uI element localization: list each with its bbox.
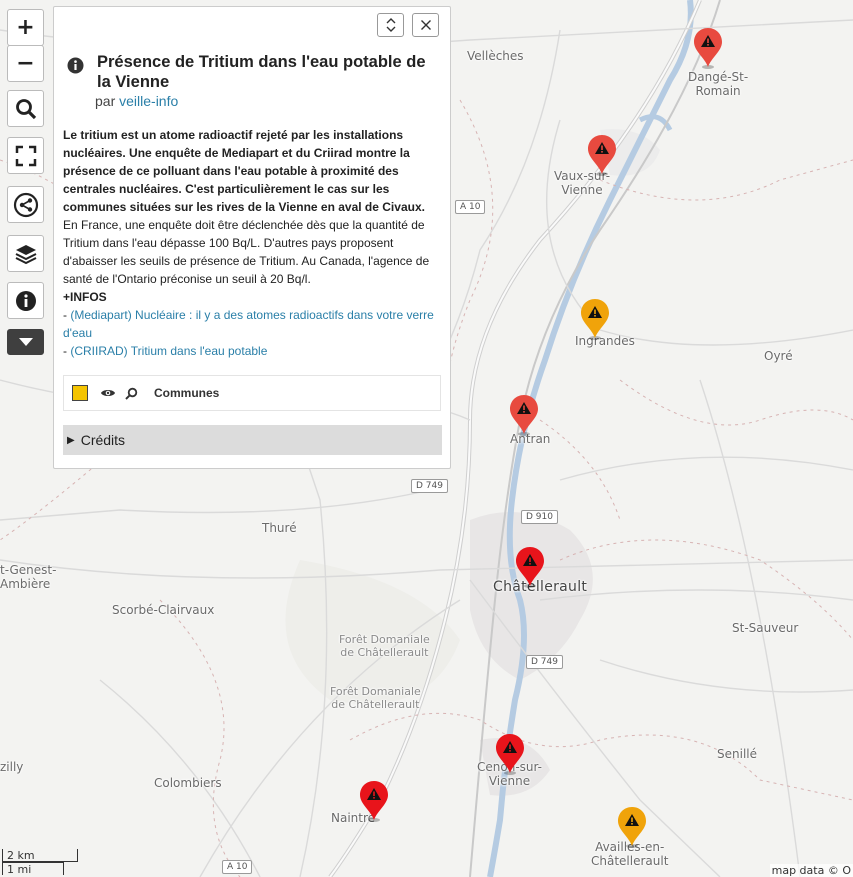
fullscreen-button[interactable]	[7, 137, 44, 174]
close-panel-button[interactable]	[412, 13, 439, 37]
marker-chatellerault[interactable]	[514, 545, 546, 589]
criirad-link[interactable]: (CRIIRAD) Tritium dans l'eau potable	[70, 344, 267, 358]
layer-row-communes: Communes	[63, 375, 441, 411]
scale-bar: 2 km 1 mi	[2, 849, 78, 876]
warning-pin-icon	[588, 135, 616, 176]
place-label-velleches: Vellèches	[467, 49, 524, 63]
expand-collapse-icon	[386, 18, 395, 32]
marker-availles[interactable]	[616, 805, 648, 849]
close-icon	[420, 20, 431, 30]
zoom-out-button[interactable]: −	[7, 45, 44, 82]
marker-naintre[interactable]	[358, 779, 390, 823]
marker-ingrandes[interactable]	[579, 297, 611, 341]
collapse-panel-button[interactable]	[377, 13, 404, 37]
marker-cenon[interactable]	[494, 732, 526, 776]
marker-antran[interactable]	[508, 393, 540, 437]
caption-panel: Présence de Tritium dans l'eau potable d…	[53, 6, 451, 469]
eye-icon[interactable]	[100, 387, 116, 399]
info-link-1-row: - (Mediapart) Nucléaire : il y a des ato…	[63, 308, 434, 340]
description-text: En France, une enquête doit être déclenc…	[63, 218, 430, 286]
road-label-d749-b: D 749	[526, 655, 563, 669]
place-label-st-sauveur: St-Sauveur	[732, 621, 799, 635]
mediapart-link[interactable]: (Mediapart) Nucléaire : il y a des atome…	[63, 308, 434, 340]
description-bold: Le tritium est un atome radioactif rejet…	[63, 128, 425, 214]
place-label-oyre: Oyré	[764, 349, 793, 363]
warning-pin-icon	[510, 395, 538, 436]
description: Le tritium est un atome radioactif rejet…	[63, 126, 443, 360]
road-label-a10-bottom: A 10	[222, 860, 253, 874]
share-button[interactable]	[7, 186, 44, 223]
road-label-d749-a: D 749	[411, 479, 448, 493]
marker-vaux[interactable]	[586, 133, 618, 177]
infos-label: +INFOS	[63, 290, 107, 304]
scale-metric: 2 km	[2, 849, 78, 862]
place-label-foret-2: Forêt Domaniale de Châtellerault	[330, 685, 421, 711]
more-button[interactable]	[7, 329, 44, 355]
place-label-zilly: zilly	[0, 760, 24, 774]
warning-pin-icon	[694, 28, 722, 69]
layers-button[interactable]	[7, 235, 44, 272]
credits-label: Crédits	[80, 432, 126, 448]
place-label-thure: Thuré	[262, 521, 297, 535]
info-icon	[15, 290, 36, 311]
zoom-in-button[interactable]: +	[7, 9, 44, 46]
road-label-a10-top: A 10	[455, 200, 486, 214]
scale-imperial: 1 mi	[2, 862, 64, 876]
place-label-senille: Senillé	[717, 747, 757, 761]
credits-toggle[interactable]: ▶ Crédits	[63, 425, 442, 455]
warning-pin-icon	[516, 547, 544, 588]
place-label-st-genest: t-Genest- Ambière	[0, 563, 57, 591]
layer-color-swatch	[72, 385, 88, 401]
warning-pin-icon	[496, 734, 524, 775]
layers-icon	[15, 244, 36, 264]
fullscreen-icon	[15, 145, 36, 166]
place-label-dange: Dangé-St- Romain	[688, 70, 749, 98]
triangle-right-icon: ▶	[67, 434, 75, 446]
zoom-to-layer-icon[interactable]	[125, 387, 138, 400]
map-title: Présence de Tritium dans l'eau potable d…	[97, 53, 426, 91]
info-icon	[67, 57, 84, 74]
author-byline: par veille-info	[95, 93, 178, 109]
place-label-scorbe: Scorbé-Clairvaux	[112, 603, 215, 617]
info-button[interactable]	[7, 282, 44, 319]
warning-pin-icon	[618, 807, 646, 848]
warning-pin-icon	[360, 781, 388, 822]
search-button[interactable]	[7, 90, 44, 127]
share-icon	[13, 192, 38, 217]
search-icon	[15, 98, 36, 119]
layer-name: Communes	[154, 386, 220, 400]
map-attribution[interactable]: map data © O	[769, 864, 853, 877]
info-link-2-row: - (CRIIRAD) Tritium dans l'eau potable	[63, 344, 268, 358]
warning-pin-icon	[581, 299, 609, 340]
caret-down-icon	[18, 338, 33, 346]
marker-dange[interactable]	[692, 26, 724, 70]
place-label-foret-1: Forêt Domaniale de Châtellerault	[339, 633, 430, 659]
place-label-colombiers: Colombiers	[154, 776, 222, 790]
road-label-d910: D 910	[521, 510, 558, 524]
author-link[interactable]: veille-info	[119, 93, 178, 109]
by-prefix: par	[95, 93, 116, 109]
